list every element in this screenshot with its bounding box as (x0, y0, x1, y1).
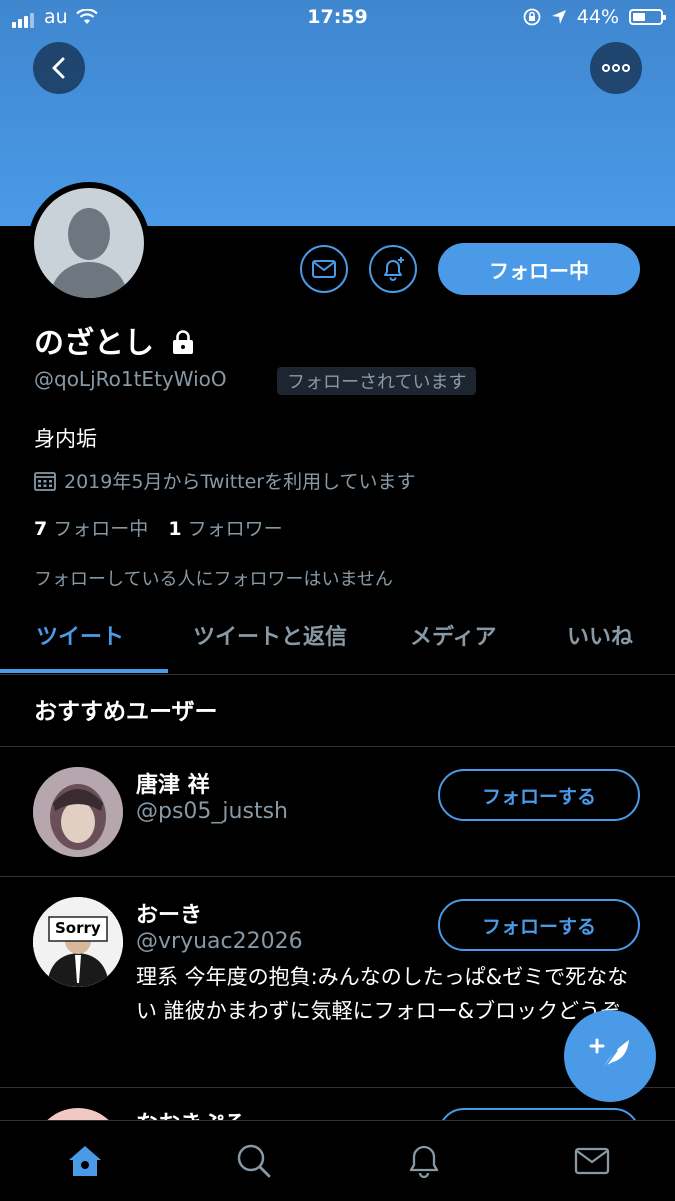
following-label: フォロー中 (53, 518, 149, 540)
user-handle: @vryuac22026 (136, 929, 303, 954)
lock-icon (173, 330, 194, 354)
follow-button[interactable]: フォローする (438, 769, 640, 821)
user-name: なおきぷる (136, 1106, 246, 1120)
status-bar: au 17:59 44% (0, 0, 675, 36)
bell-plus-icon (384, 257, 404, 281)
following-count: 7 (34, 518, 48, 540)
profile-bio: 身内垢 (34, 427, 97, 451)
message-button[interactable] (300, 245, 348, 293)
join-date-text: 2019年5月からTwitterを利用しています (64, 471, 416, 493)
avatar[interactable] (33, 1108, 123, 1120)
user-photo (33, 897, 123, 987)
followers-label: フォロワー (187, 518, 283, 540)
profile-name: のざとし (34, 318, 196, 362)
profile-avatar[interactable] (34, 188, 144, 298)
user-name: 唐津 祥 (136, 773, 210, 798)
follow-button[interactable] (438, 1108, 640, 1120)
compose-feather-icon (589, 1038, 629, 1073)
more-icon (602, 64, 630, 72)
tab-tweets-replies[interactable]: ツイートと返信 (193, 612, 347, 674)
user-name: おーき (136, 903, 203, 928)
tab-media[interactable]: メディア (410, 612, 496, 674)
join-date: 2019年5月からTwitterを利用しています (34, 467, 416, 494)
bell-icon (409, 1145, 439, 1179)
follower-note: フォローしている人にフォロワーはいません (34, 569, 393, 590)
tab-tweets[interactable]: ツイート (36, 612, 124, 674)
user-handle: @ps05_justsh (136, 799, 288, 824)
home-icon (69, 1146, 101, 1176)
followers-count: 1 (168, 518, 182, 540)
nav-messages[interactable] (570, 1139, 614, 1183)
battery-percent: 44% (576, 6, 619, 28)
profile-name-text: のざとし (34, 326, 154, 361)
location-icon (551, 10, 566, 24)
avatar-sign-text: Sorry (55, 919, 101, 937)
following-count-link[interactable]: 7 フォロー中 (34, 518, 148, 540)
follow-button[interactable]: フォローする (438, 899, 640, 951)
envelope-icon (574, 1147, 610, 1175)
orientation-lock-icon (523, 8, 541, 26)
compose-tweet-button[interactable] (564, 1010, 656, 1102)
list-item[interactable]: なおきぷる (0, 1088, 675, 1120)
notifications-button[interactable] (369, 245, 417, 293)
nav-home[interactable] (63, 1139, 107, 1183)
default-avatar-icon (51, 208, 127, 298)
user-bio: 理系 今年度の抱負:みんなのしたっぱ&ゼミで死なない 誰彼かまわずに気軽にフォロ… (136, 965, 629, 1023)
active-tab-indicator (0, 669, 168, 673)
nav-search[interactable] (232, 1139, 276, 1183)
avatar[interactable]: Sorry (33, 897, 123, 987)
following-button[interactable]: フォロー中 (438, 243, 640, 295)
list-item[interactable]: 唐津 祥 @ps05_justsh フォローする (0, 747, 675, 876)
followers-count-link[interactable]: 1 フォロワー (168, 518, 282, 540)
bottom-navigation (0, 1120, 675, 1201)
tab-likes[interactable]: いいね (567, 612, 633, 674)
recommended-title: おすすめユーザー (34, 699, 218, 725)
back-button[interactable] (33, 42, 85, 94)
profile-handle: @qoLjRo1tEtyWioO (34, 367, 227, 391)
follows-you-badge: フォローされています (277, 367, 477, 395)
calendar-icon (34, 471, 56, 491)
battery-icon (629, 9, 666, 25)
profile-tabs: ツイート ツイートと返信 メディア いいね (0, 612, 675, 675)
chevron-left-icon (52, 57, 65, 79)
avatar[interactable] (33, 767, 123, 857)
follow-counts: 7 フォロー中 1 フォロワー (34, 514, 283, 541)
search-icon (237, 1144, 271, 1178)
more-options-button[interactable] (590, 42, 642, 94)
nav-notifications[interactable] (402, 1139, 446, 1183)
user-photo (33, 767, 123, 857)
envelope-icon (312, 260, 336, 278)
